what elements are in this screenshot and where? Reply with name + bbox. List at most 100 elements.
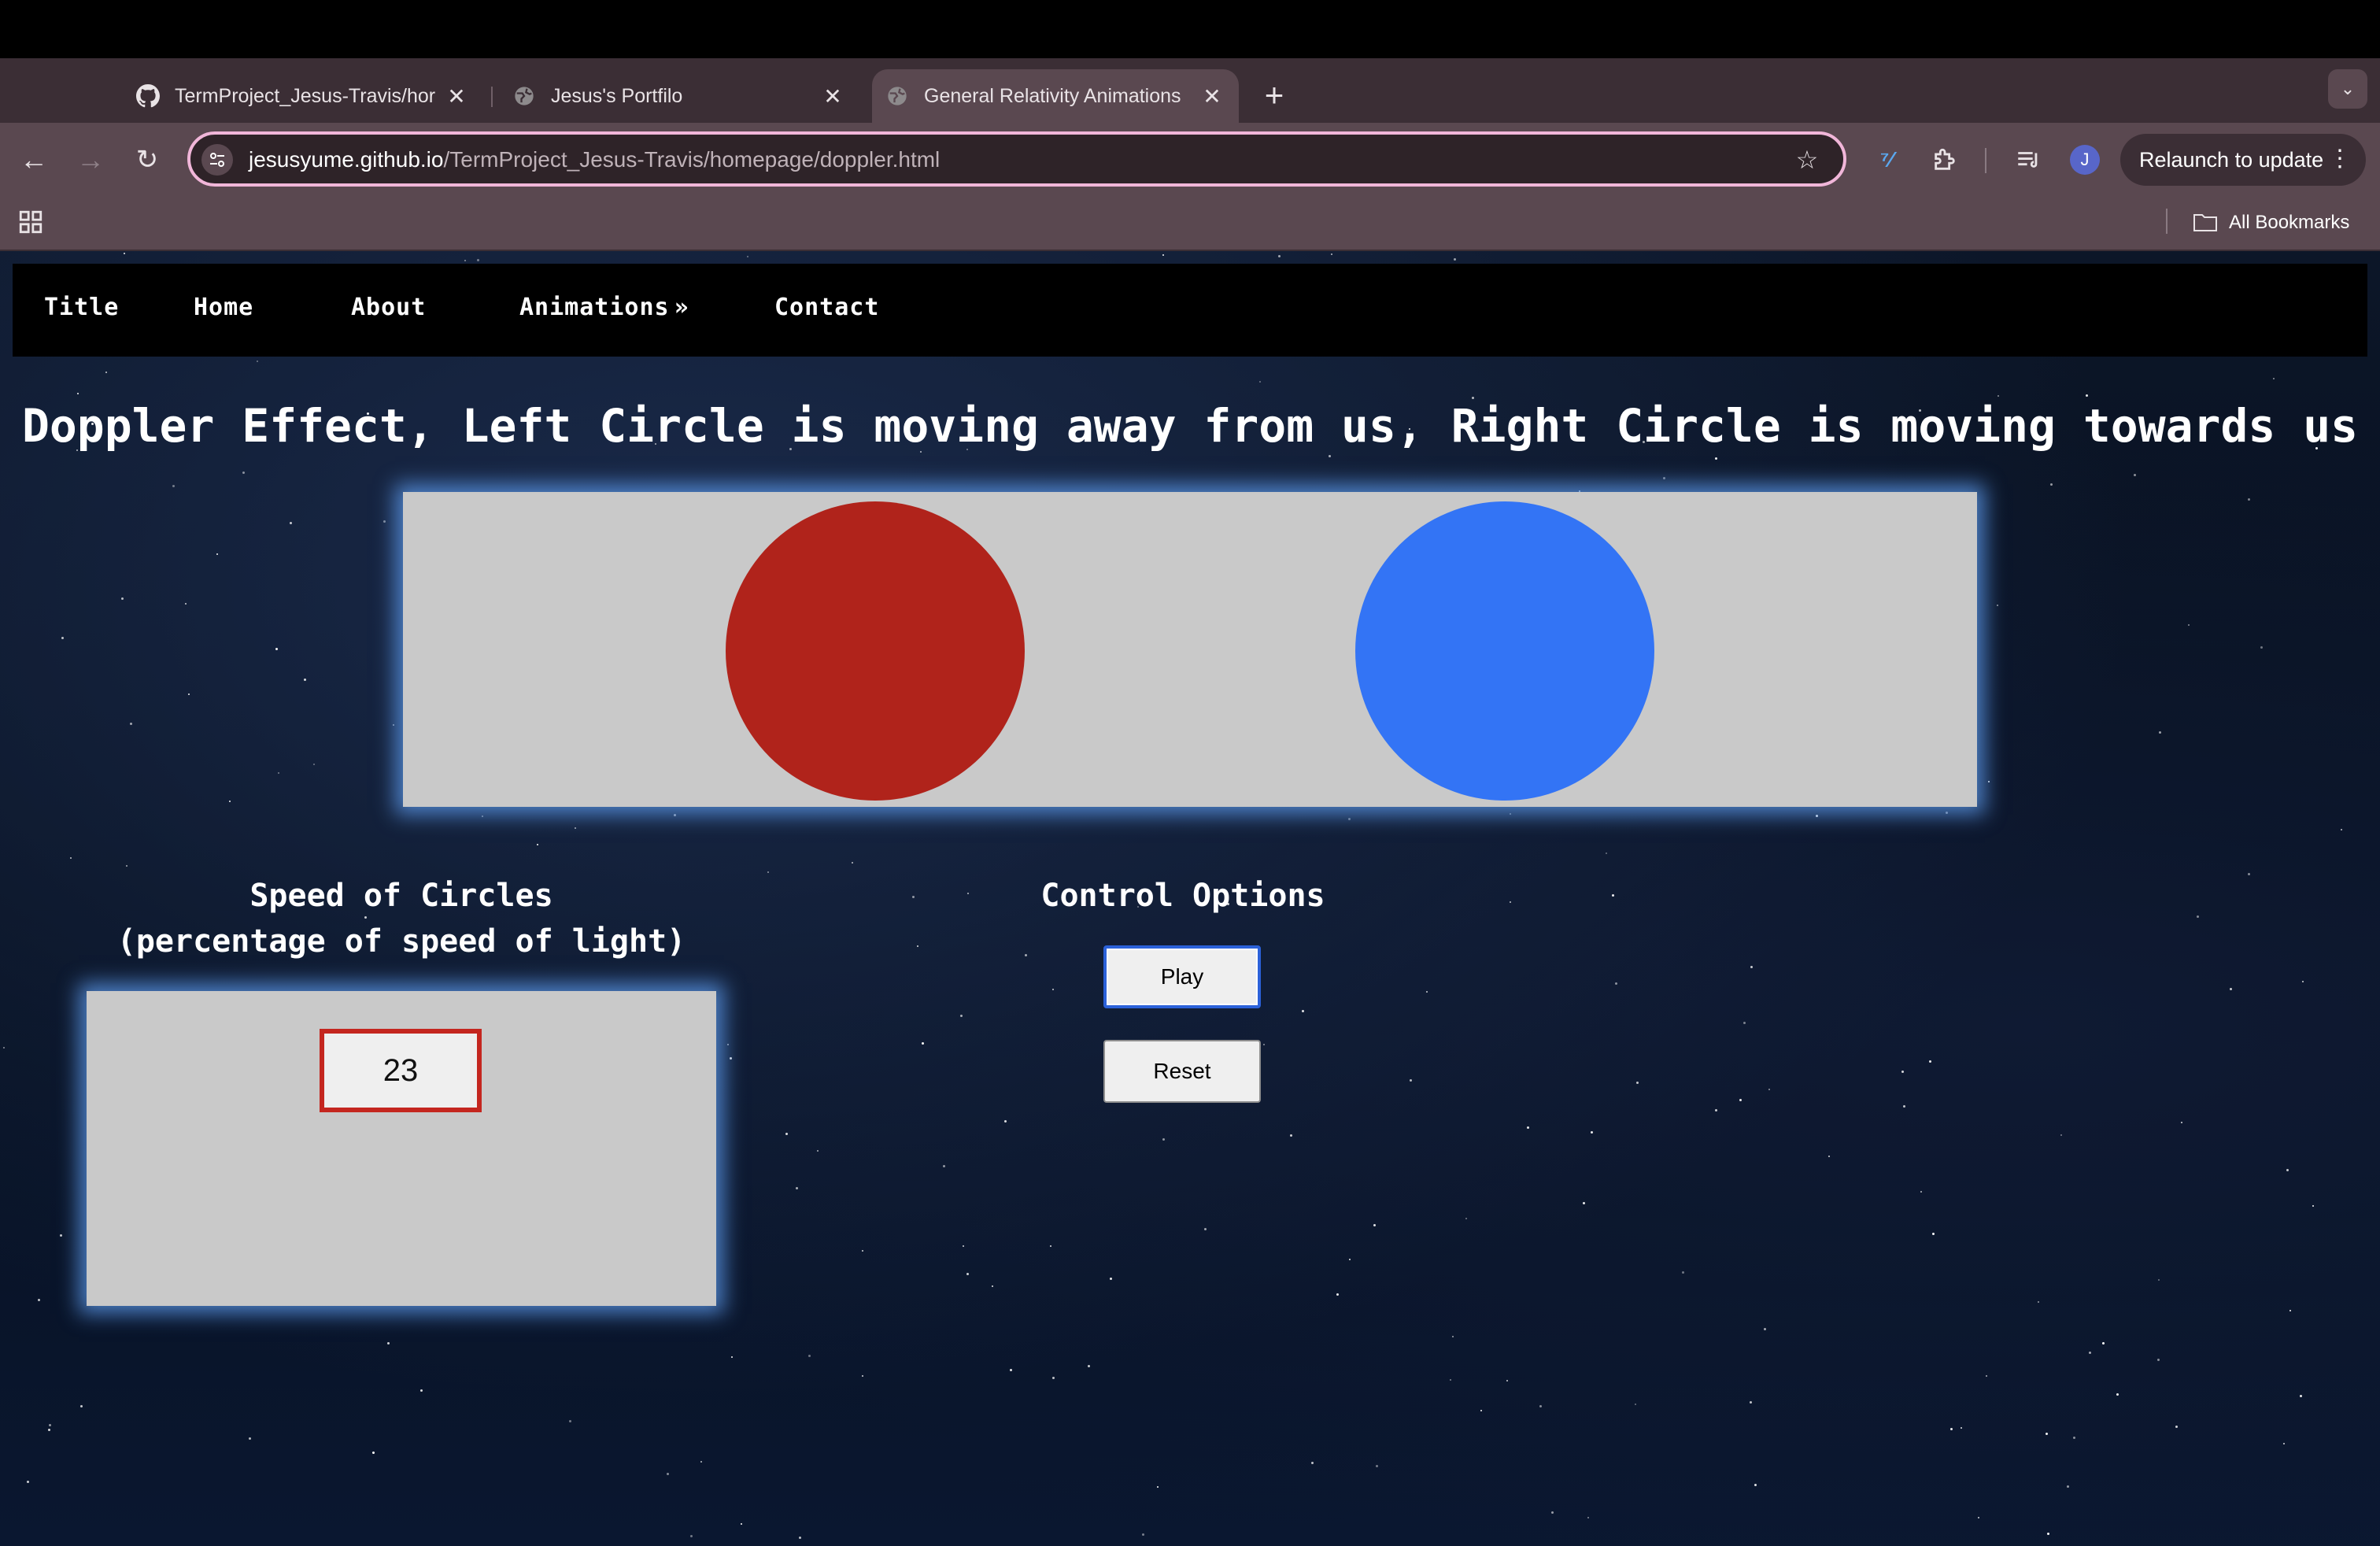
- url-path: /TermProject_Jesus-Travis/homepage/doppl…: [443, 147, 941, 172]
- translate-extension-icon[interactable]: ⁷⁄: [1867, 140, 1906, 179]
- relaunch-button[interactable]: Relaunch to update ⋮: [2120, 134, 2366, 186]
- more-menu-icon[interactable]: ⋮: [2328, 145, 2352, 172]
- reload-icon[interactable]: ↻: [128, 140, 167, 179]
- close-icon[interactable]: ✕: [442, 82, 471, 110]
- star-dot: [477, 259, 479, 261]
- star-dot: [1612, 894, 1614, 897]
- tab-relativity-animations[interactable]: General Relativity Animations ✕: [872, 69, 1239, 123]
- star-dot: [966, 1273, 969, 1275]
- star-dot: [2300, 1395, 2302, 1397]
- star-dot: [1510, 813, 1511, 815]
- star-dot: [1290, 1134, 1292, 1137]
- star-dot: [185, 603, 187, 605]
- globe-icon: [512, 83, 537, 109]
- star-dot: [960, 1015, 963, 1017]
- address-bar[interactable]: jesusyume.github.io/TermProject_Jesus-Tr…: [187, 131, 1846, 187]
- star-dot: [808, 1355, 811, 1357]
- speed-panel: [87, 991, 716, 1306]
- star-dot: [1978, 1517, 1979, 1518]
- star-dot: [2175, 1426, 2178, 1428]
- star-dot: [1768, 1089, 1770, 1090]
- site-settings-icon[interactable]: [201, 144, 233, 176]
- star-dot: [48, 1429, 50, 1431]
- play-button[interactable]: Play: [1103, 945, 1261, 1008]
- star-dot: [1157, 1486, 1159, 1488]
- star-dot: [1998, 395, 1999, 397]
- star-dot: [216, 553, 218, 555]
- speed-input[interactable]: [320, 1029, 482, 1112]
- star-dot: [2159, 731, 2161, 734]
- star-dot: [383, 520, 386, 523]
- double-chevron-right-icon: »: [674, 294, 689, 321]
- star-dot: [1961, 1427, 1962, 1429]
- reset-button[interactable]: Reset: [1103, 1040, 1261, 1103]
- star-dot: [275, 648, 278, 650]
- star-dot: [1452, 1336, 1454, 1337]
- star-dot: [2197, 915, 2199, 918]
- star-dot: [796, 1187, 798, 1189]
- nav-contact-link[interactable]: Contact: [774, 294, 879, 321]
- apps-grid-icon[interactable]: [17, 209, 44, 235]
- star-dot: [1506, 1380, 1508, 1381]
- star-dot: [1615, 982, 1617, 985]
- star-dot: [1828, 1156, 1830, 1157]
- extensions-puzzle-icon[interactable]: [1925, 140, 1964, 179]
- star-dot: [1025, 954, 1027, 956]
- star-dot: [1259, 381, 1261, 383]
- nav-title-link[interactable]: Title: [44, 294, 119, 321]
- tab-portfolio[interactable]: Jesus's Portfilo ✕: [502, 69, 859, 123]
- star-dot: [799, 1537, 801, 1539]
- star-dot: [188, 693, 190, 695]
- bookmarks-bar: All Bookmarks: [0, 196, 2380, 251]
- star-dot: [130, 723, 132, 725]
- star-dot: [917, 945, 918, 947]
- tab-github[interactable]: TermProject_Jesus-Travis/hor ✕: [126, 69, 483, 123]
- doppler-animation-canvas: [403, 492, 1977, 807]
- nav-animations-link[interactable]: Animations»: [519, 294, 689, 321]
- folder-icon: [2193, 214, 2217, 231]
- star-dot: [393, 724, 394, 726]
- star-dot: [1539, 1405, 1542, 1407]
- star-dot: [1331, 253, 1332, 255]
- star-dot: [674, 814, 676, 816]
- star-dot: [2312, 1205, 2314, 1207]
- forward-arrow-icon[interactable]: →: [71, 140, 110, 179]
- star-dot: [1010, 1369, 1012, 1371]
- media-queue-icon[interactable]: [2009, 140, 2048, 179]
- star-dot: [1329, 455, 1331, 457]
- star-dot: [1450, 1379, 1451, 1381]
- toolbar-separator: [1985, 148, 1986, 173]
- profile-avatar[interactable]: J: [2070, 145, 2100, 175]
- all-bookmarks-button[interactable]: All Bookmarks: [2193, 207, 2349, 239]
- speed-title-line2: (percentage of speed of light): [116, 923, 686, 960]
- new-tab-plus-icon[interactable]: +: [1255, 76, 1294, 115]
- tab-search-chevron-icon[interactable]: ⌄: [2328, 69, 2367, 109]
- star-dot: [1591, 1131, 1593, 1134]
- star-dot: [60, 1234, 62, 1237]
- receding-circle-red: [726, 501, 1025, 801]
- star-dot: [1465, 1218, 1467, 1219]
- star-dot: [1636, 1082, 1639, 1084]
- bookmarks-separator: [2166, 209, 2168, 234]
- star-dot: [1754, 1484, 1757, 1486]
- star-dot: [2116, 1393, 2119, 1396]
- bookmark-star-icon[interactable]: ☆: [1791, 144, 1823, 176]
- star-dot: [1635, 1404, 1636, 1405]
- star-dot: [1946, 812, 1948, 814]
- star-dot: [1480, 1410, 1482, 1411]
- nav-about-link[interactable]: About: [351, 294, 426, 321]
- close-icon[interactable]: ✕: [1198, 82, 1226, 110]
- back-arrow-icon[interactable]: ←: [14, 140, 54, 179]
- star-dot: [172, 485, 175, 487]
- star-dot: [387, 1342, 390, 1344]
- tab-strip: TermProject_Jesus-Travis/hor ✕ Jesus's P…: [0, 58, 2380, 123]
- nav-home-link[interactable]: Home: [194, 294, 253, 321]
- star-dot: [852, 862, 853, 864]
- page-title: Doppler Effect, Left Circle is moving aw…: [21, 399, 2359, 453]
- close-icon[interactable]: ✕: [819, 82, 847, 110]
- star-dot: [2086, 394, 2088, 397]
- star-dot: [313, 764, 315, 765]
- star-dot: [2248, 873, 2250, 875]
- relaunch-label: Relaunch to update: [2139, 147, 2324, 172]
- tab-title: Jesus's Portfilo: [551, 84, 683, 107]
